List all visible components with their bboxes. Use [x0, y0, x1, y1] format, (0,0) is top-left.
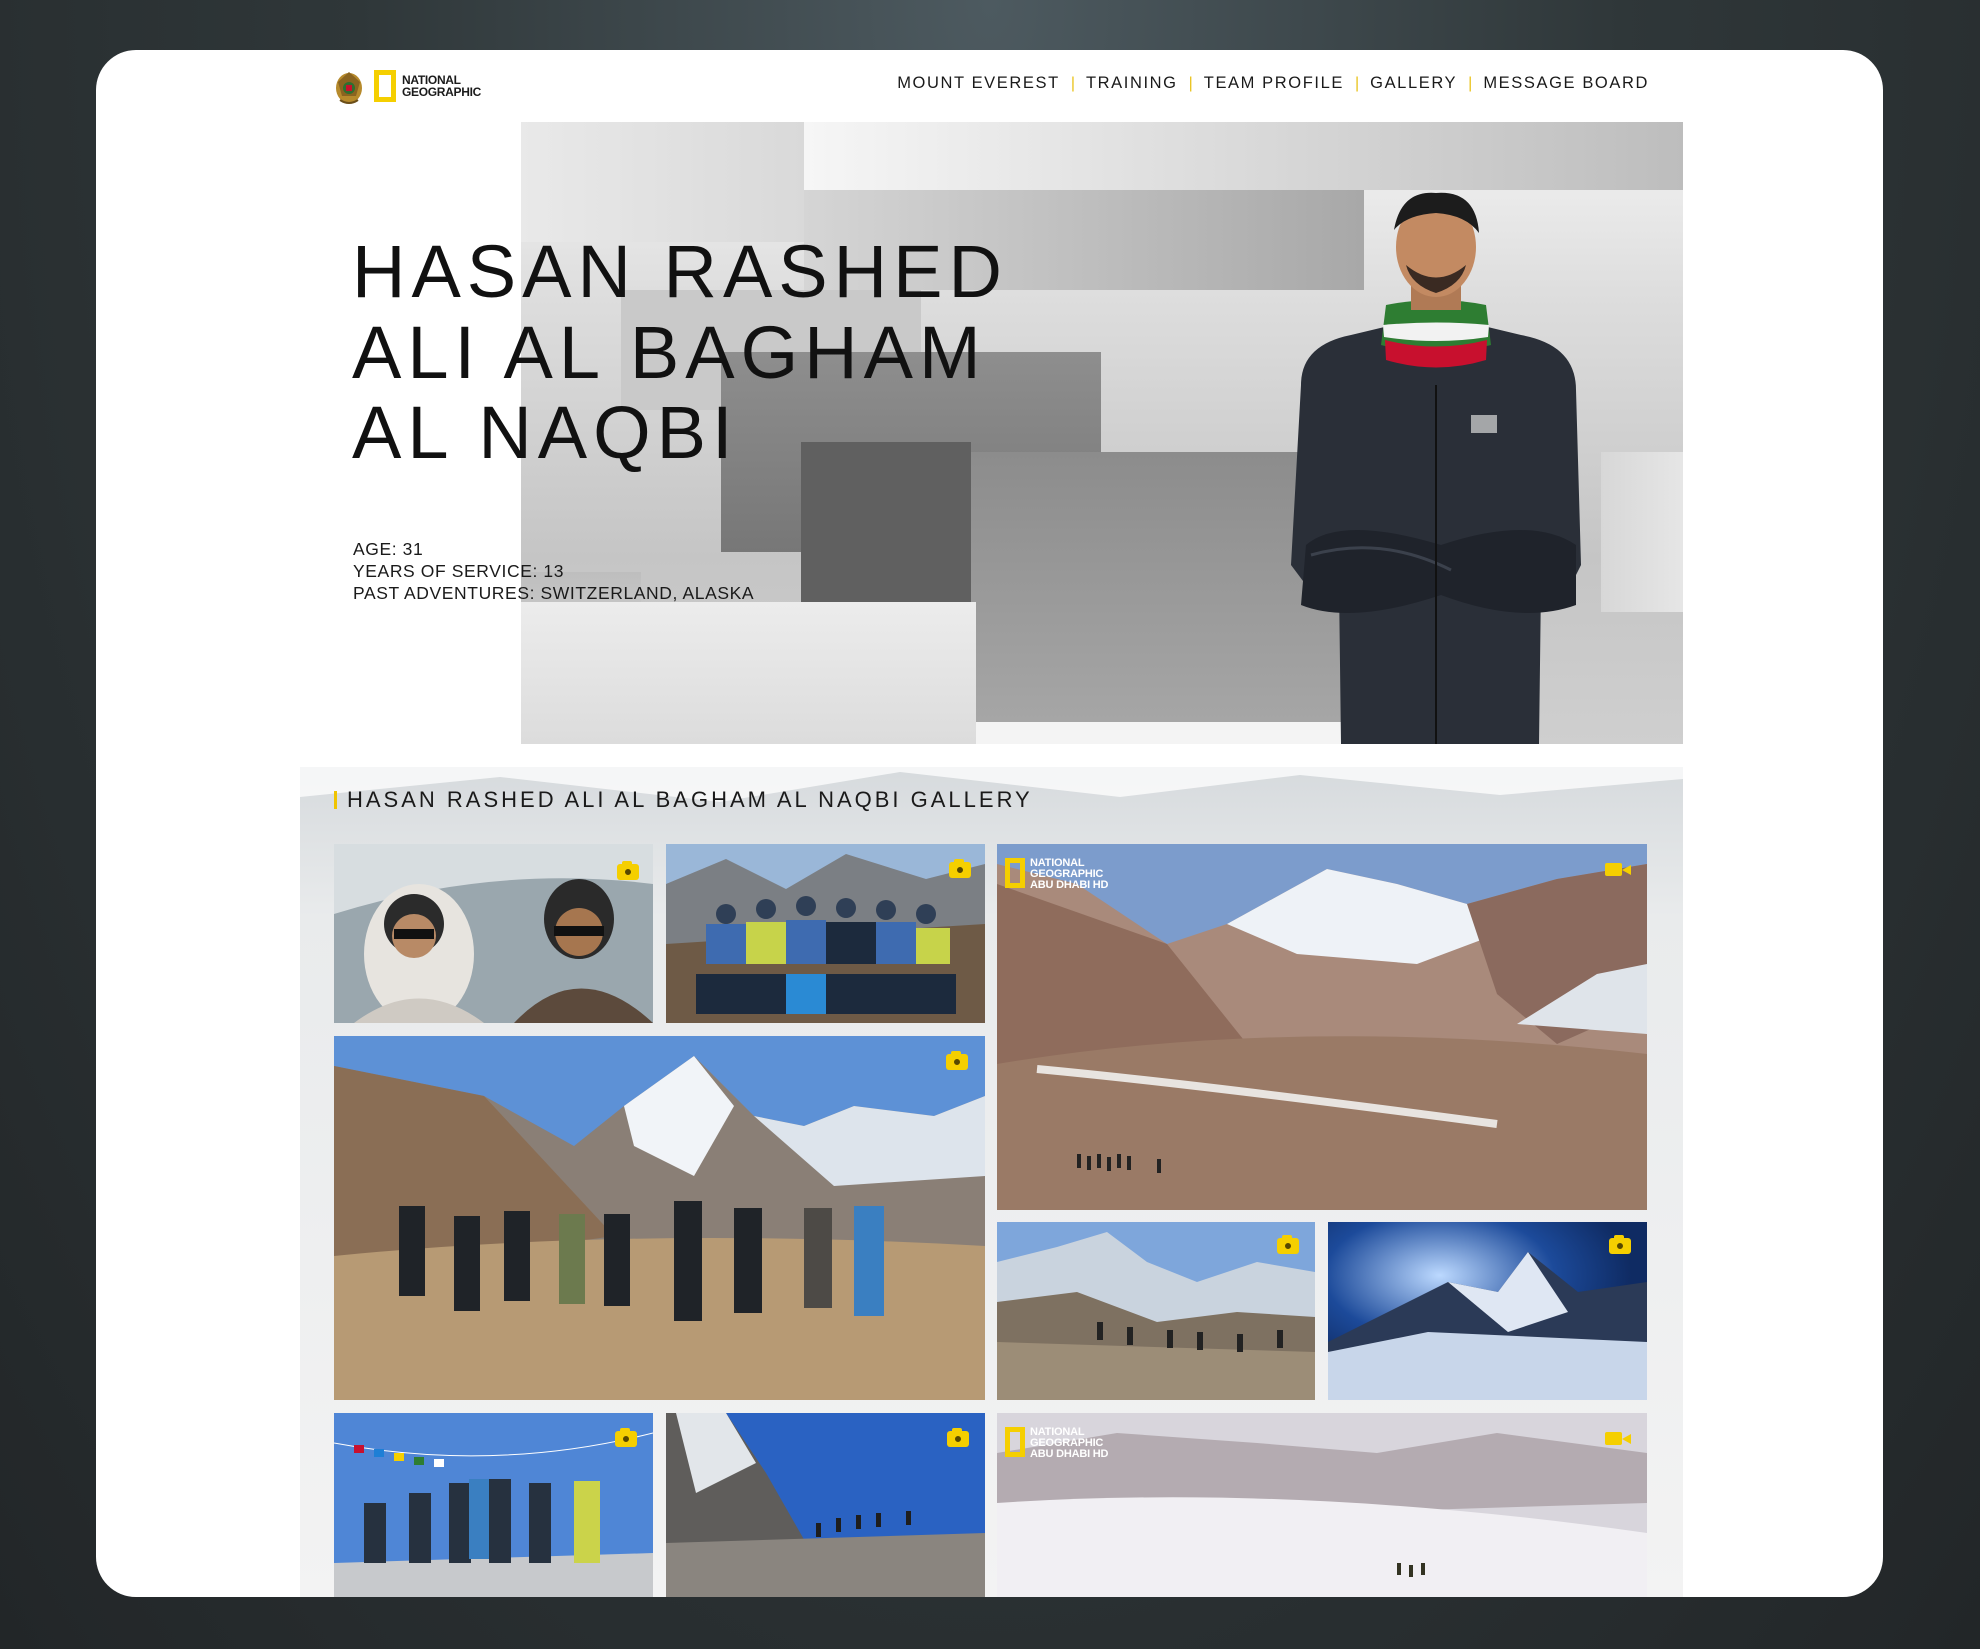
ng-yellow-border-icon — [1005, 858, 1025, 888]
video-camera-icon — [1605, 862, 1631, 876]
athlete-name-line3: AL NAQBI — [352, 391, 739, 474]
gallery-section: HASAN RASHED ALI AL BAGHAM AL NAQBI GALL… — [300, 767, 1683, 1597]
nav-team-profile[interactable]: TEAM PROFILE — [1204, 74, 1344, 93]
gallery-tile-prayer-flags[interactable] — [334, 1413, 653, 1597]
camera-icon — [1609, 1235, 1631, 1254]
ng-abu-dhabi-watermark: NATIONAL GEOGRAPHIC ABU DHABI HD — [1005, 858, 1108, 891]
athlete-name-line2: ALI AL BAGHAM — [352, 311, 987, 394]
header-logos: NATIONAL GEOGRAPHIC — [334, 64, 481, 108]
camera-icon — [617, 861, 639, 880]
athlete-portrait — [1291, 192, 1581, 744]
gallery-tile-rocky-trail[interactable] — [997, 1222, 1315, 1400]
nav-separator: | — [1070, 74, 1075, 92]
page-card: NATIONAL GEOGRAPHIC MOUNT EVEREST | TRAI… — [96, 50, 1883, 1597]
camera-icon — [947, 1428, 969, 1447]
ng-abu-dhabi-watermark: NATIONAL GEOGRAPHIC ABU DHABI HD — [1005, 1427, 1108, 1460]
gallery-tile-everest-night[interactable] — [1328, 1222, 1647, 1400]
athlete-stats: AGE: 31 YEARS OF SERVICE: 13 PAST ADVENT… — [353, 538, 754, 604]
nav-separator: | — [1468, 74, 1473, 92]
nav-training[interactable]: TRAINING — [1086, 74, 1178, 93]
athlete-age: AGE: 31 — [353, 539, 424, 559]
ng-yellow-border-icon — [1005, 1427, 1025, 1457]
national-geographic-logo[interactable]: NATIONAL GEOGRAPHIC — [374, 70, 481, 102]
camera-icon — [1277, 1235, 1299, 1254]
video-camera-icon — [1605, 1431, 1631, 1445]
camera-icon — [615, 1428, 637, 1447]
watermark-line3: ABU DHABI HD — [1030, 879, 1109, 891]
nav-separator: | — [1188, 74, 1193, 92]
camera-icon — [946, 1051, 968, 1070]
nav-gallery[interactable]: GALLERY — [1370, 74, 1457, 93]
gallery-tile-helicopter-selfie[interactable] — [334, 844, 653, 1023]
gallery-tile-trekkers-peak[interactable] — [334, 1036, 985, 1400]
main-nav: MOUNT EVEREST | TRAINING | TEAM PROFILE … — [897, 74, 1649, 93]
uae-emblem-icon — [336, 72, 362, 104]
camera-icon — [949, 859, 971, 878]
watermark-line3: ABU DHABI HD — [1030, 1448, 1109, 1460]
nav-separator: | — [1354, 74, 1360, 92]
nav-message-board[interactable]: MESSAGE BOARD — [1483, 74, 1649, 93]
athlete-adventures: PAST ADVENTURES: SWITZERLAND, ALASKA — [353, 583, 755, 603]
logo-text-geographic: GEOGRAPHIC — [402, 85, 482, 99]
athlete-service: YEARS OF SERVICE: 13 — [353, 561, 565, 581]
nav-mount-everest[interactable]: MOUNT EVEREST — [897, 74, 1060, 93]
gallery-title: HASAN RASHED ALI AL BAGHAM AL NAQBI GALL… — [334, 789, 1033, 811]
gallery-tile-boulder-climb[interactable] — [666, 1413, 985, 1597]
gallery-tile-team-group[interactable] — [666, 844, 985, 1023]
athlete-name-line1: HASAN RASHED — [352, 230, 1008, 313]
gallery-tile-valley-video[interactable]: NATIONAL GEOGRAPHIC ABU DHABI HD — [997, 844, 1647, 1210]
ng-yellow-border-icon — [374, 70, 396, 102]
gallery-tile-snowfield-video[interactable]: NATIONAL GEOGRAPHIC ABU DHABI HD — [997, 1413, 1647, 1597]
